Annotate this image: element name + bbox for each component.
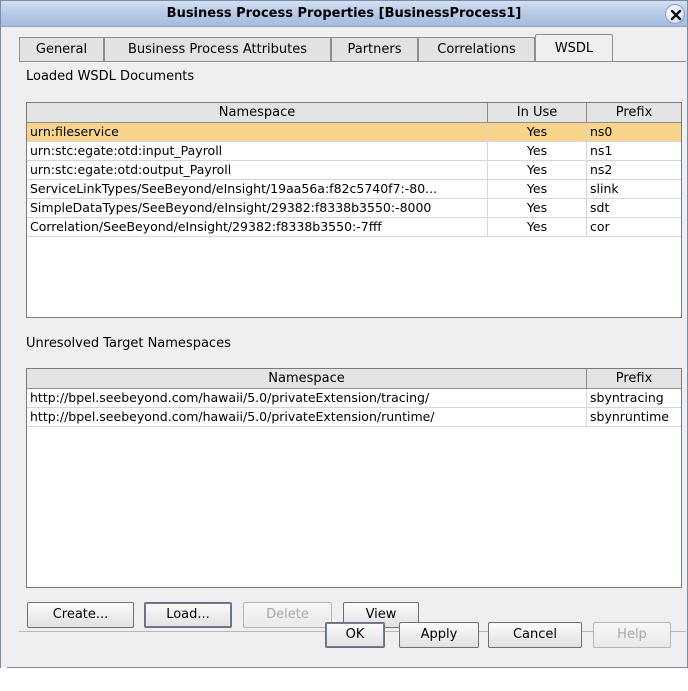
in-use-cell: Yes: [488, 180, 587, 198]
unresolved-namespaces-table[interactable]: Namespace Prefix http://bpel.seebeyond.c…: [26, 368, 682, 588]
tab-business-process-attributes[interactable]: Business Process Attributes: [104, 37, 331, 62]
unresolved-namespaces-label: Unresolved Target Namespaces: [26, 336, 231, 351]
prefix-cell: ns1: [590, 143, 613, 158]
in-use-cell: Yes: [488, 161, 587, 179]
help-button[interactable]: Help: [593, 622, 671, 648]
loaded-table-header: Namespace In Use Prefix: [27, 103, 681, 123]
table-row[interactable]: http://bpel.seebeyond.com/hawaii/5.0/pri…: [27, 389, 681, 408]
prefix-cell: sbyntracing: [590, 390, 664, 405]
apply-button[interactable]: Apply: [399, 622, 479, 648]
in-use-cell: Yes: [488, 218, 587, 236]
in-use-cell: Yes: [488, 199, 587, 217]
delete-button[interactable]: Delete: [243, 602, 332, 628]
prefix-cell: slink: [590, 181, 619, 196]
loaded-wsdl-table[interactable]: Namespace In Use Prefix urn:fileservice …: [26, 102, 682, 318]
column-header-prefix[interactable]: Prefix: [587, 369, 681, 388]
namespace-cell: http://bpel.seebeyond.com/hawaii/5.0/pri…: [27, 408, 587, 426]
namespace-cell: urn:stc:egate:otd:output_Payroll: [27, 161, 488, 179]
loaded-wsdl-label: Loaded WSDL Documents: [26, 69, 195, 84]
table-row[interactable]: http://bpel.seebeyond.com/hawaii/5.0/pri…: [27, 408, 681, 427]
prefix-cell: ns2: [590, 162, 613, 177]
prefix-cell: sbynruntime: [590, 409, 669, 424]
namespace-cell: urn:stc:egate:otd:input_Payroll: [27, 142, 488, 160]
cancel-button[interactable]: Cancel: [488, 622, 582, 648]
namespace-cell: Correlation/SeeBeyond/eInsight/29382:f83…: [27, 218, 488, 236]
table-row[interactable]: urn:fileservice Yes ns0: [27, 123, 681, 142]
close-icon: [670, 9, 682, 21]
column-header-namespace[interactable]: Namespace: [27, 369, 587, 388]
column-header-namespace[interactable]: Namespace: [27, 103, 488, 122]
ok-button[interactable]: OK: [325, 622, 385, 648]
column-header-prefix[interactable]: Prefix: [587, 103, 681, 122]
namespace-cell: ServiceLinkTypes/SeeBeyond/eInsight/19aa…: [27, 180, 488, 198]
load-button[interactable]: Load...: [144, 602, 232, 628]
unresolved-table-header: Namespace Prefix: [27, 369, 681, 389]
close-button[interactable]: [665, 4, 685, 24]
tab-partners[interactable]: Partners: [331, 37, 418, 62]
namespace-cell: SimpleDataTypes/SeeBeyond/eInsight/29382…: [27, 199, 488, 217]
left-edge: [1, 27, 7, 668]
title-bar[interactable]: Business Process Properties [BusinessPro…: [1, 1, 687, 27]
namespace-cell: http://bpel.seebeyond.com/hawaii/5.0/pri…: [27, 389, 587, 407]
namespace-cell: urn:fileservice: [27, 123, 488, 141]
table-row[interactable]: urn:stc:egate:otd:input_Payroll Yes ns1: [27, 142, 681, 161]
create-button[interactable]: Create...: [27, 602, 134, 628]
prefix-cell: sdt: [590, 200, 610, 215]
in-use-cell: Yes: [488, 123, 587, 141]
table-row[interactable]: ServiceLinkTypes/SeeBeyond/eInsight/19aa…: [27, 180, 681, 199]
dialog-title: Business Process Properties [BusinessPro…: [166, 6, 522, 21]
prefix-cell: ns0: [590, 124, 613, 139]
table-row[interactable]: urn:stc:egate:otd:output_Payroll Yes ns2: [27, 161, 681, 180]
column-header-in-use[interactable]: In Use: [488, 103, 587, 122]
table-row[interactable]: SimpleDataTypes/SeeBeyond/eInsight/29382…: [27, 199, 681, 218]
table-row[interactable]: Correlation/SeeBeyond/eInsight/29382:f83…: [27, 218, 681, 237]
tab-correlations[interactable]: Correlations: [418, 37, 535, 62]
tab-general[interactable]: General: [19, 37, 104, 62]
prefix-cell: cor: [590, 219, 610, 234]
in-use-cell: Yes: [488, 142, 587, 160]
properties-dialog: Business Process Properties [BusinessPro…: [0, 0, 688, 668]
tab-wsdl[interactable]: WSDL: [535, 34, 613, 61]
